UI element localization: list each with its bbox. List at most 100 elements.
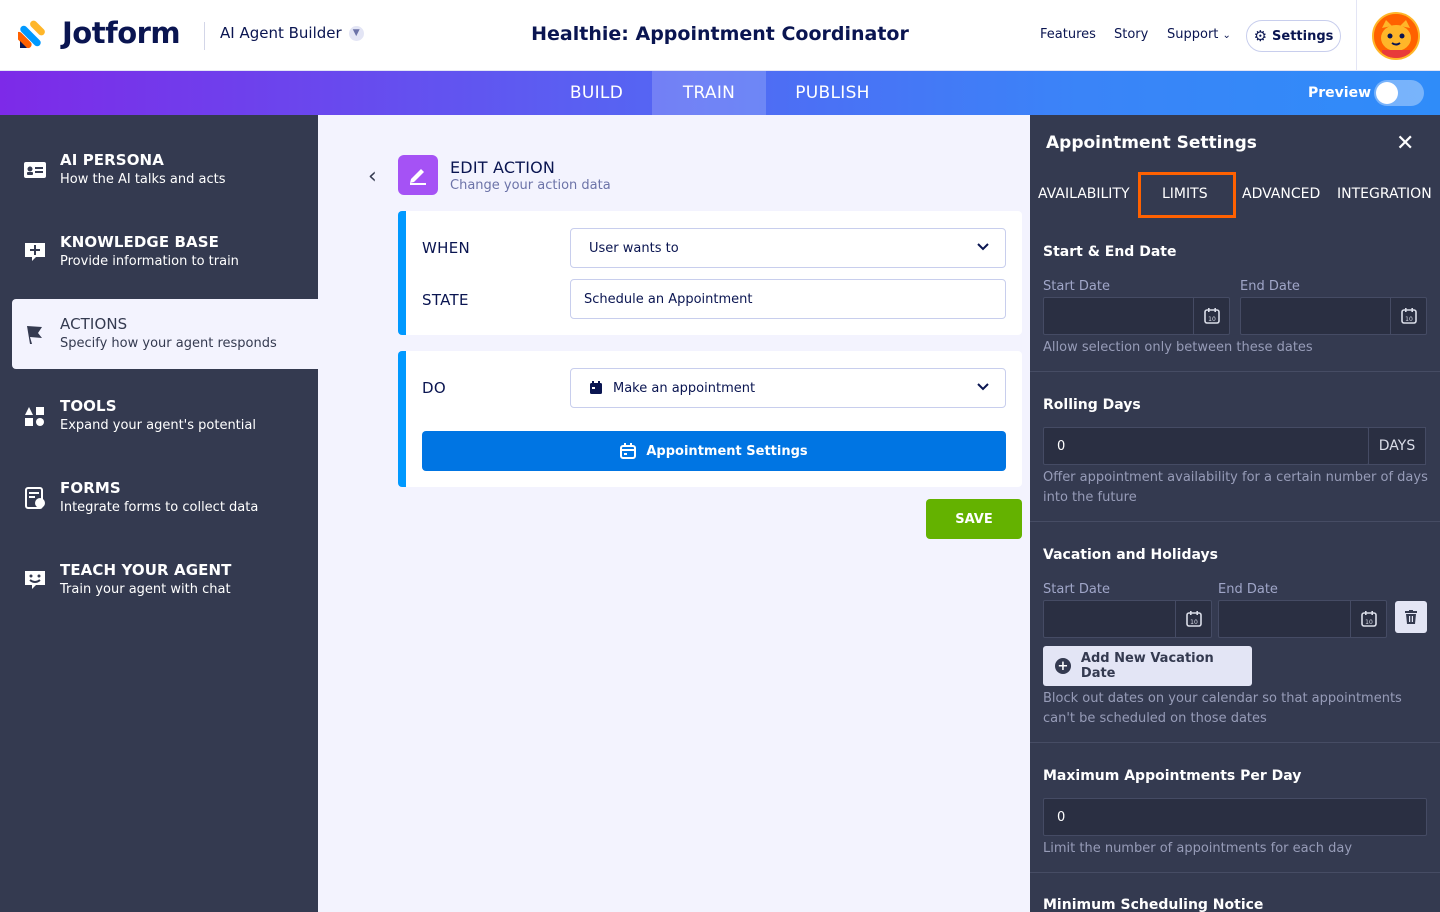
sidebar-item-title: TEACH YOUR AGENT <box>60 561 232 579</box>
when-label: WHEN <box>422 239 471 257</box>
tab-integration[interactable]: INTEGRATION <box>1337 186 1432 202</box>
calendar-picker-button[interactable]: 10 <box>1175 601 1211 637</box>
svg-text:10: 10 <box>1365 619 1373 626</box>
avatar[interactable] <box>1372 12 1420 60</box>
add-vacation-label: Add New Vacation Date <box>1080 651 1214 681</box>
sidebar-item-knowledge-base[interactable]: KNOWLEDGE BASE Provide information to tr… <box>12 217 318 287</box>
calendar-picker-button[interactable]: 10 <box>1193 298 1229 334</box>
tab-advanced[interactable]: ADVANCED <box>1242 186 1320 202</box>
settings-label: Settings <box>1272 28 1334 44</box>
calendar-picker-button[interactable]: 10 <box>1390 298 1426 334</box>
sidebar-item-forms[interactable]: FORMS Integrate forms to collect data <box>12 463 318 533</box>
max-appointments-help: Limit the number of appointments for eac… <box>1043 841 1353 856</box>
flag-icon <box>24 323 46 345</box>
jotform-logo[interactable]: Jotform <box>15 16 181 50</box>
calendar-icon: 10 <box>1360 611 1377 627</box>
vacation-start-label: Start Date <box>1043 582 1110 597</box>
sidebar-item-subtitle: How the AI talks and acts <box>60 172 226 187</box>
sidebar-item-subtitle: Provide information to train <box>60 254 239 269</box>
calendar-icon: 10 <box>1185 611 1202 627</box>
svg-text:10: 10 <box>1208 316 1216 323</box>
when-value: User wants to <box>589 240 679 256</box>
max-appointments-input[interactable]: 0 <box>1043 798 1427 836</box>
close-icon[interactable]: ✕ <box>1396 131 1414 156</box>
tab-availability[interactable]: AVAILABILITY <box>1038 186 1130 202</box>
sidebar-item-ai-persona[interactable]: AI PERSONA How the AI talks and acts <box>12 135 318 205</box>
tab-build[interactable]: BUILD <box>541 71 652 115</box>
state-input[interactable]: Schedule an Appointment <box>570 279 1006 319</box>
min-notice-title: Minimum Scheduling Notice <box>1043 897 1264 912</box>
jotform-logo-icon <box>15 17 50 49</box>
gear-icon: ⚙ <box>1253 27 1268 45</box>
state-value: Schedule an Appointment <box>584 291 753 307</box>
do-card: DO Make an appointment Appointment Setti… <box>398 351 1022 487</box>
chat-smile-icon <box>24 569 46 591</box>
do-value: Make an appointment <box>613 380 756 396</box>
add-vacation-date-button[interactable]: + Add New Vacation Date <box>1043 646 1252 686</box>
chevron-down-icon <box>977 380 989 394</box>
sidebar-item-subtitle: Integrate forms to collect data <box>60 500 259 515</box>
days-unit: DAYS <box>1368 427 1426 465</box>
panel-title: Appointment Settings <box>1046 133 1257 153</box>
nav-features[interactable]: Features <box>1040 27 1096 42</box>
section-divider <box>1030 742 1440 743</box>
nav-support-label: Support <box>1167 27 1219 42</box>
sidebar-item-title: AI PERSONA <box>60 151 164 169</box>
edit-pencil-icon <box>398 155 438 195</box>
rolling-days-input[interactable]: 0 <box>1043 427 1369 465</box>
tab-publish[interactable]: PUBLISH <box>766 71 899 115</box>
sidebar-item-actions[interactable]: ACTIONS Specify how your agent responds <box>12 299 318 369</box>
appointment-settings-button[interactable]: Appointment Settings <box>422 431 1006 471</box>
plus-icon: + <box>1055 658 1071 674</box>
sidebar-item-title: KNOWLEDGE BASE <box>60 233 220 251</box>
limits-tab-highlight <box>1138 172 1236 218</box>
toggle-knob <box>1376 82 1398 104</box>
top-header: Jotform AI Agent Builder ▼ Healthie: App… <box>0 0 1440 71</box>
sidebar-item-teach-your-agent[interactable]: TEACH YOUR AGENT Train your agent with c… <box>12 545 318 615</box>
preview-toggle[interactable] <box>1374 80 1424 106</box>
rolling-days-title: Rolling Days <box>1043 397 1141 413</box>
calendar-icon: 10 <box>1203 308 1220 324</box>
chevron-down-icon <box>977 240 989 254</box>
sidebar-item-subtitle: Specify how your agent responds <box>60 336 277 351</box>
start-end-date-title: Start & End Date <box>1043 244 1177 260</box>
logo-text: Jotform <box>62 16 181 50</box>
nav-support[interactable]: Support ⌄ <box>1167 27 1231 42</box>
when-select[interactable]: User wants to <box>570 228 1006 268</box>
edit-action-subtitle: Change your action data <box>450 178 611 193</box>
edit-action-title: EDIT ACTION <box>450 158 556 177</box>
delete-vacation-button[interactable] <box>1395 601 1427 633</box>
header-divider <box>1356 0 1357 70</box>
calendar-picker-button[interactable]: 10 <box>1350 601 1386 637</box>
calendar-icon <box>620 443 637 459</box>
state-label: STATE <box>422 291 469 309</box>
header-divider <box>204 22 205 50</box>
vacation-end-input[interactable]: 10 <box>1218 600 1387 638</box>
save-button[interactable]: SAVE <box>926 499 1022 539</box>
calendar-icon: 10 <box>1400 308 1417 324</box>
vacation-help: Block out dates on your calendar so that… <box>1043 691 1402 726</box>
nav-story[interactable]: Story <box>1114 27 1148 42</box>
chevron-down-icon: ⌄ <box>1222 30 1231 41</box>
max-appointments-title: Maximum Appointments Per Day <box>1043 768 1302 784</box>
appointment-settings-panel: Appointment Settings ✕ AVAILABILITY LIMI… <box>1030 115 1440 912</box>
start-date-input[interactable]: 10 <box>1043 297 1230 335</box>
start-end-help: Allow selection only between these dates <box>1043 340 1313 355</box>
sidebar-item-tools[interactable]: TOOLS Expand your agent's potential <box>12 381 318 451</box>
do-select[interactable]: Make an appointment <box>570 368 1006 408</box>
back-arrow-icon[interactable]: ‹ <box>368 164 377 189</box>
svg-text:10: 10 <box>1405 316 1413 323</box>
preview-label: Preview <box>1308 85 1372 101</box>
end-date-label: End Date <box>1240 279 1300 294</box>
agent-title[interactable]: Healthie: Appointment Coordinator <box>520 23 920 45</box>
vacation-start-input[interactable]: 10 <box>1043 600 1212 638</box>
builder-switcher[interactable]: AI Agent Builder ▼ <box>220 24 364 42</box>
settings-button[interactable]: ⚙ Settings <box>1246 20 1341 52</box>
do-label: DO <box>422 379 446 397</box>
sidebar-item-title: ACTIONS <box>60 315 128 333</box>
appointment-settings-label: Appointment Settings <box>646 443 808 459</box>
end-date-input[interactable]: 10 <box>1240 297 1427 335</box>
start-date-label: Start Date <box>1043 279 1110 294</box>
avatar-face-icon <box>1374 14 1418 58</box>
tab-train[interactable]: TRAIN <box>652 71 766 115</box>
